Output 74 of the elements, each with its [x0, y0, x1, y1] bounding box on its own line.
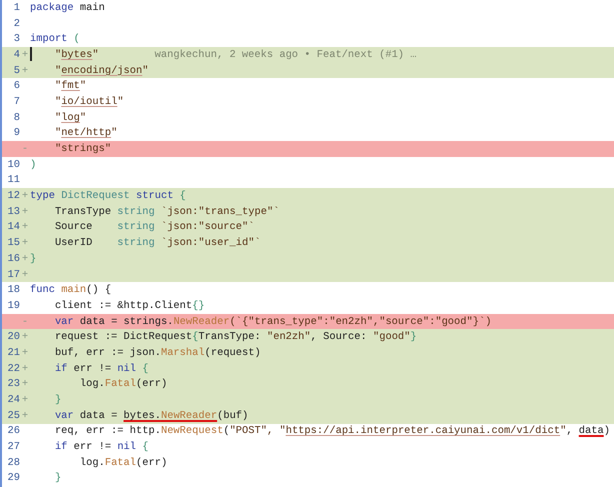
code-line: var data = strings.NewReader(`{"trans_type":"en2zh","source":"good"}`) [54, 316, 492, 328]
code-line: ) [30, 158, 36, 171]
diff-marker: + [22, 190, 28, 202]
code-line: import ( [30, 33, 80, 46]
code-line: request := DictRequest{TransType: "en2zh", Source: "good"} [54, 331, 417, 344]
code-line: if err != nil { [54, 441, 149, 454]
diff-marker: + [22, 378, 28, 390]
code-line: log.Fatal(err) [78, 378, 168, 390]
line-number: 1 [14, 2, 20, 14]
line-number: 22 [8, 362, 20, 375]
line-number: 11 [8, 174, 20, 186]
code-line: "bytes" [54, 48, 99, 61]
code-line: } [54, 394, 62, 406]
line-number: 5 [14, 64, 20, 77]
line-number: 18 [8, 284, 20, 296]
code-line: var data = bytes.NewReader(buf) [54, 410, 248, 422]
line-number: 26 [8, 425, 20, 438]
code-line: "strings" [54, 143, 112, 156]
diff-marker: + [22, 64, 28, 77]
line-number: 7 [14, 96, 20, 108]
line-number: 12 [8, 190, 20, 202]
code-line: UserID string `json:"user_id"` [54, 237, 261, 250]
line-number: 9 [14, 127, 20, 140]
line-number: 25 [8, 410, 20, 422]
code-line: "io/ioutil" [54, 96, 124, 108]
diff-marker: + [22, 394, 28, 406]
line-number: 10 [8, 158, 20, 171]
diff-marker: + [22, 252, 28, 265]
code-line: log.Fatal(err) [78, 456, 168, 469]
line-number: 21 [8, 346, 20, 359]
line-number: 13 [8, 206, 20, 218]
diff-marker: + [22, 48, 28, 61]
blame-annotation: wangkechun, 2 weeks ago • Feat/next (#1) … [154, 48, 417, 61]
code-line: } [30, 252, 36, 265]
code-line: "log" [54, 112, 86, 124]
code-line: package main [30, 2, 105, 14]
line-number: 19 [8, 300, 20, 312]
diff-marker: + [22, 221, 28, 234]
diff-marker: + [22, 362, 28, 375]
line-number: 15 [8, 237, 20, 250]
code-line: "fmt" [54, 80, 86, 92]
code-line: req, err := http.NewRequest("POST", "https://api.interpreter.caiyunai.com/v1/dict", data) [54, 425, 610, 438]
diff-marker: + [22, 237, 28, 250]
code-line: TransType string `json:"trans_type"` [54, 206, 280, 218]
line-number: 16 [8, 252, 20, 265]
code-line: Source string `json:"source"` [54, 221, 254, 234]
line-number: 6 [14, 80, 20, 92]
diff-marker: + [22, 410, 28, 422]
line-number: 4 [14, 48, 20, 61]
code-line: func main() { [30, 284, 112, 296]
diff-marker: + [22, 331, 28, 344]
line-number: 8 [14, 112, 20, 124]
code-line: if err != nil { [54, 362, 149, 375]
line-number: 29 [8, 472, 20, 484]
line-number: 27 [8, 441, 20, 454]
line-number: 20 [8, 331, 20, 344]
line-number: 23 [8, 378, 20, 390]
line-number: 24 [8, 394, 20, 406]
line-number: 2 [14, 18, 20, 30]
diff-marker: - [22, 316, 28, 328]
line-number: 17 [8, 268, 20, 281]
line-number: 3 [14, 33, 20, 46]
code-line: "encoding/json" [54, 64, 148, 77]
diff-marker: + [22, 346, 28, 359]
code-line: client := &http.Client{} [54, 300, 205, 312]
diff-marker: + [22, 206, 28, 218]
diff-marker: - [22, 143, 28, 156]
code-line: buf, err := json.Marshal(request) [54, 346, 261, 359]
code-line: } [54, 472, 62, 484]
code-line: type DictRequest struct { [30, 190, 186, 202]
code-line: "net/http" [54, 127, 118, 140]
diff-marker: + [22, 268, 28, 281]
line-number: 14 [8, 221, 20, 234]
line-number: 28 [8, 456, 20, 469]
